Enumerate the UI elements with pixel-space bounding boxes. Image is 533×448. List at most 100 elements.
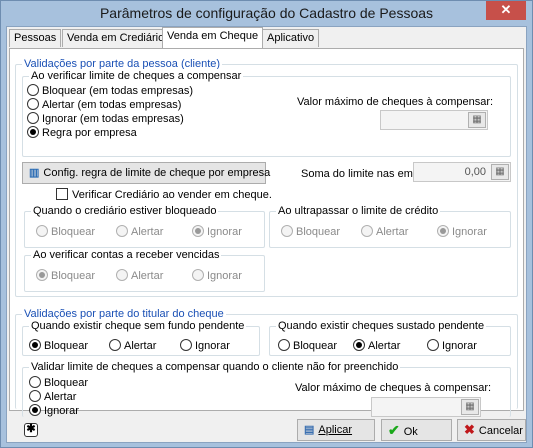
tab-aplicativo[interactable]: Aplicativo: [262, 29, 320, 47]
radio-circle: [116, 225, 128, 237]
group-cheque-sustado: Quando existir cheques sustado pendente …: [269, 319, 511, 356]
calculator-icon[interactable]: ▦: [491, 164, 509, 180]
group-ultrapassar-limite: Ao ultrapassar o limite de crédito Bloqu…: [269, 204, 511, 248]
radio-label: Alertar: [368, 340, 401, 352]
apply-button[interactable]: ▤ Aplicar: [297, 419, 375, 441]
ultrapassar-radio-ignorar[interactable]: Ignorar: [437, 225, 487, 239]
window-title: Parâmetros de configuração do Cadastro d…: [99, 5, 434, 21]
bloqueado-radio-bloquear[interactable]: Bloquear: [36, 225, 95, 239]
radio-label: Bloquear: [296, 226, 341, 238]
sustado-radio-ignorar[interactable]: Ignorar: [427, 339, 477, 353]
bloqueado-radio-ignorar[interactable]: Ignorar: [192, 225, 242, 239]
radio-circle: [27, 84, 39, 96]
ultrapassar-radio-bloquear[interactable]: Bloquear: [281, 225, 340, 239]
checkbox-box: [56, 188, 68, 200]
radio-circle: [36, 225, 48, 237]
radio-circle: [29, 376, 41, 388]
radio-circle-checked: [27, 126, 39, 138]
limite-vazio-legend: Validar limite de cheques a compensar qu…: [29, 360, 401, 374]
calculator-icon[interactable]: ▦: [468, 112, 486, 128]
radio-label: Ignorar: [442, 340, 477, 352]
limite-vazio-radio-alertar[interactable]: Alertar: [29, 390, 76, 404]
radio-circle: [192, 269, 204, 281]
radio-label: Alertar: [376, 226, 409, 238]
radio-circle: [278, 339, 290, 351]
radio-label: Alertar: [124, 340, 157, 352]
radio-label: Alertar: [44, 391, 77, 403]
group-limite-cliente-vazio: Validar limite de cheques a compensar qu…: [22, 360, 511, 418]
help-icon[interactable]: ✱: [24, 423, 38, 437]
tab-panel-venda-cheque: Validações por parte da pessoa (cliente)…: [9, 48, 524, 417]
radio-circle: [281, 225, 293, 237]
calculator-icon[interactable]: ▦: [461, 399, 479, 415]
radio-label: Bloquear: [44, 340, 89, 352]
radio-label: Ignorar: [207, 226, 242, 238]
sem-fundo-legend: Quando existir cheque sem fundo pendente: [29, 319, 247, 333]
group-contas-vencidas: Ao verificar contas a receber vencidas B…: [24, 248, 265, 292]
apply-label: Aplicar: [318, 424, 353, 436]
radio-label: Alertar (em todas empresas): [42, 99, 182, 111]
ultrapassar-legend: Ao ultrapassar o limite de crédito: [276, 204, 441, 218]
radio-circle-checked: [36, 269, 48, 281]
radio-label: Ignorar: [207, 270, 242, 282]
radio-label: Alertar: [131, 270, 164, 282]
tab-venda-cheque[interactable]: Venda em Cheque: [162, 27, 264, 48]
titular-max-cheques-input[interactable]: ▦: [371, 397, 481, 417]
bloqueado-radio-alertar[interactable]: Alertar: [116, 225, 163, 239]
config-regra-button[interactable]: ▥ Config. regra de limite de cheque por e…: [22, 162, 270, 184]
radio-circle-checked: [29, 339, 41, 351]
max-cheques-label: Valor máximo de cheques à compensar:: [297, 96, 494, 108]
verificar-crediario-checkbox[interactable]: Verificar Crediário ao vender em cheque.: [56, 188, 272, 202]
radio-circle: [361, 225, 373, 237]
radio-ignorar-todas[interactable]: Ignorar (em todas empresas): [27, 112, 184, 126]
cancel-button[interactable]: ✖ Cancelar: [457, 419, 526, 441]
limite-vazio-radio-bloquear[interactable]: Bloquear: [29, 376, 88, 390]
vencidas-radio-alertar[interactable]: Alertar: [116, 269, 163, 283]
sustado-legend: Quando existir cheques sustado pendente: [276, 319, 487, 333]
subgroup-limite-legend: Ao verificar limite de cheques a compens…: [29, 69, 244, 83]
ok-button[interactable]: ✔ Ok: [381, 419, 452, 441]
checkbox-label: Verificar Crediário ao vender em cheque.: [72, 189, 272, 201]
chart-icon: ▥: [29, 167, 40, 179]
radio-circle: [27, 98, 39, 110]
group-validacoes-pessoa: Validações por parte da pessoa (cliente)…: [15, 57, 518, 297]
close-window-button[interactable]: ✕: [486, 1, 526, 20]
vencidas-radio-bloquear[interactable]: Bloquear: [36, 269, 95, 283]
cancel-label: Cancelar: [478, 425, 523, 437]
radio-label: Ignorar: [195, 340, 230, 352]
group-cheque-sem-fundo: Quando existir cheque sem fundo pendente…: [22, 319, 260, 356]
radio-circle: [427, 339, 439, 351]
sem-fundo-radio-alertar[interactable]: Alertar: [109, 339, 156, 353]
soma-limite-input[interactable]: 0,00 ▦: [413, 162, 511, 182]
vencidas-legend: Ao verificar contas a receber vencidas: [31, 248, 222, 262]
sustado-radio-bloquear[interactable]: Bloquear: [278, 339, 337, 353]
max-cheques-input[interactable]: ▦: [380, 110, 488, 130]
radio-label: Ignorar: [44, 405, 79, 417]
radio-label: Ignorar (em todas empresas): [42, 113, 184, 125]
sem-fundo-radio-ignorar[interactable]: Ignorar: [180, 339, 230, 353]
radio-label: Ignorar: [452, 226, 487, 238]
close-icon: ✕: [500, 2, 512, 17]
sem-fundo-radio-bloquear[interactable]: Bloquear: [29, 339, 88, 353]
radio-circle-checked: [29, 404, 41, 416]
radio-alertar-todas[interactable]: Alertar (em todas empresas): [27, 98, 181, 112]
sustado-radio-alertar[interactable]: Alertar: [353, 339, 400, 353]
group-crediario-bloqueado: Quando o crediário estiver bloqueado Blo…: [24, 204, 265, 248]
ultrapassar-radio-alertar[interactable]: Alertar: [361, 225, 408, 239]
radio-circle-checked: [353, 339, 365, 351]
tab-pessoas[interactable]: Pessoas: [9, 29, 62, 47]
radio-circle: [180, 339, 192, 351]
radio-label: Bloquear: [51, 226, 96, 238]
radio-bloquear-todas[interactable]: Bloquear (em todas empresas): [27, 84, 193, 98]
vencidas-radio-ignorar[interactable]: Ignorar: [192, 269, 242, 283]
radio-label: Bloquear: [293, 340, 338, 352]
tab-venda-crediario[interactable]: Venda em Crediário: [62, 29, 170, 47]
radio-circle: [116, 269, 128, 281]
apply-icon: ▤: [304, 424, 315, 436]
group-validacoes-titular: Validações por parte do titular do chequ…: [15, 307, 518, 417]
titular-max-cheques-label: Valor máximo de cheques à compensar:: [295, 382, 492, 394]
config-regra-label: Config. regra de limite de cheque por em…: [43, 167, 271, 179]
bloqueado-legend: Quando o crediário estiver bloqueado: [31, 204, 219, 218]
limite-vazio-radio-ignorar[interactable]: Ignorar: [29, 404, 79, 418]
radio-regra-empresa[interactable]: Regra por empresa: [27, 126, 137, 140]
